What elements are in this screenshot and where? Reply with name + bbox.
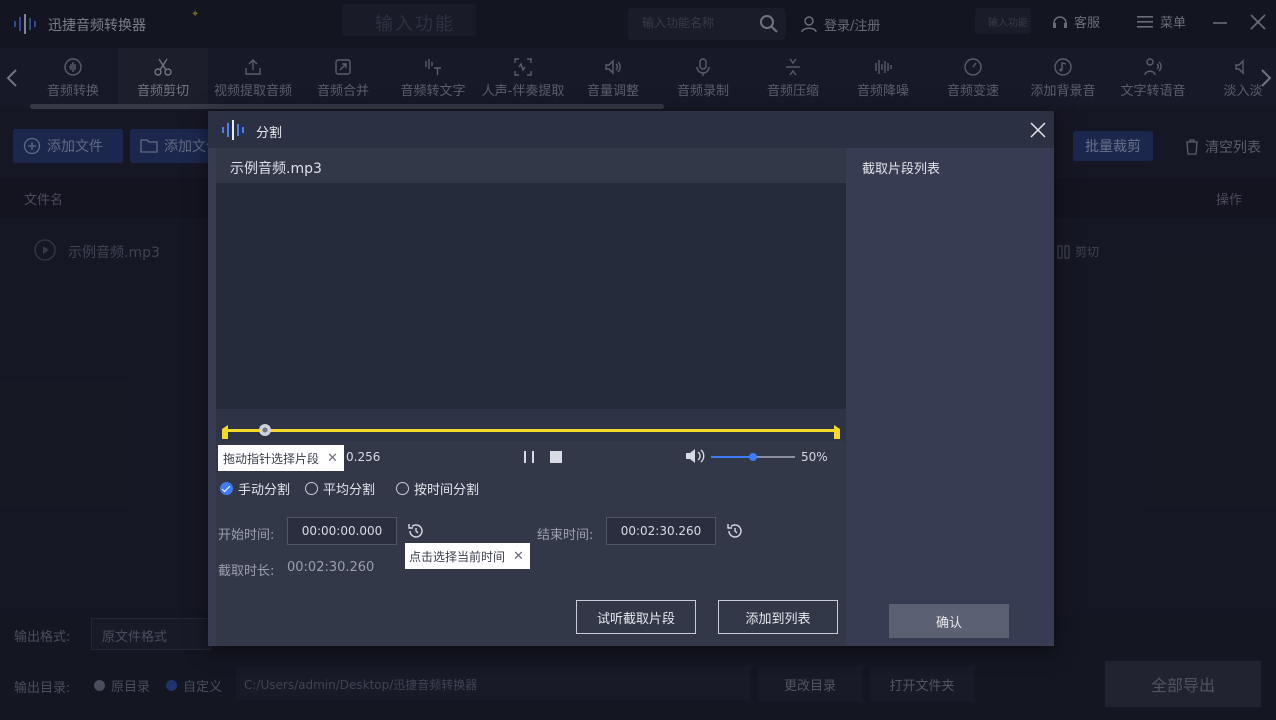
waveform bbox=[276, 185, 791, 409]
editor-panel: 示例音频.mp3 0.256 拖动指针选择片段 ✕ 50% 手动分割 平均分割 … bbox=[216, 148, 846, 646]
radio-manual-split[interactable]: 手动分割 bbox=[220, 479, 290, 498]
app-logo-icon bbox=[222, 120, 244, 140]
duration-label: 截取时长: bbox=[218, 564, 275, 579]
playback-time: 0.256 bbox=[346, 450, 381, 464]
clock-icon[interactable] bbox=[726, 522, 744, 540]
stop-icon[interactable] bbox=[550, 451, 562, 463]
waveform-area[interactable] bbox=[216, 183, 846, 409]
current-time-tooltip-text: 点击选择当前时间 bbox=[409, 549, 506, 564]
radio-manual-label: 手动分割 bbox=[238, 483, 291, 498]
trim-start-handle[interactable] bbox=[220, 425, 230, 439]
duration-value: 00:02:30.260 bbox=[287, 560, 375, 575]
radio-dot bbox=[396, 482, 409, 495]
clip-list-panel: 截取片段列表 确认 bbox=[854, 148, 1054, 646]
trim-end-handle[interactable] bbox=[832, 425, 842, 439]
dialog-header: 分割 bbox=[208, 111, 1054, 148]
volume-slider-knob[interactable] bbox=[749, 453, 757, 461]
clip-list-title: 截取片段列表 bbox=[862, 162, 941, 177]
start-time-label: 开始时间: bbox=[218, 528, 275, 543]
drag-tooltip-text: 拖动指针选择片段 bbox=[223, 451, 320, 466]
add-to-list-button[interactable]: 添加到列表 bbox=[718, 600, 838, 634]
volume-icon[interactable] bbox=[684, 447, 706, 465]
drag-tooltip: 拖动指针选择片段 ✕ bbox=[218, 445, 344, 471]
radio-average-label: 平均分割 bbox=[323, 483, 376, 498]
end-time-label: 结束时间: bbox=[537, 528, 594, 543]
pause-icon[interactable] bbox=[522, 450, 536, 464]
close-icon[interactable] bbox=[1028, 120, 1048, 140]
trim-track[interactable] bbox=[216, 409, 846, 441]
volume-slider-fill bbox=[711, 456, 753, 458]
preview-clip-button[interactable]: 试听截取片段 bbox=[576, 600, 696, 634]
clock-icon[interactable] bbox=[407, 522, 425, 540]
playhead-knob[interactable] bbox=[258, 423, 272, 437]
editor-file-name: 示例音频.mp3 bbox=[230, 161, 322, 177]
volume-percent: 50% bbox=[801, 450, 828, 464]
dialog-title: 分割 bbox=[256, 126, 283, 141]
radio-dot-checked bbox=[220, 482, 233, 495]
radio-average-split[interactable]: 平均分割 bbox=[305, 479, 375, 498]
split-dialog: 分割 示例音频.mp3 0.256 拖动指针选择片段 ✕ 50% 手动分割 平均… bbox=[208, 111, 1054, 646]
radio-time-label: 按时间分割 bbox=[414, 483, 480, 498]
trim-selection-line bbox=[226, 429, 836, 432]
close-icon[interactable]: ✕ bbox=[327, 451, 338, 466]
current-time-tooltip: 点击选择当前时间 ✕ bbox=[405, 543, 530, 569]
radio-dot bbox=[305, 482, 318, 495]
confirm-button[interactable]: 确认 bbox=[889, 604, 1009, 638]
end-time-input[interactable] bbox=[606, 517, 716, 545]
start-time-input[interactable] bbox=[287, 517, 397, 545]
close-icon[interactable]: ✕ bbox=[513, 549, 524, 564]
radio-time-split[interactable]: 按时间分割 bbox=[396, 479, 479, 498]
